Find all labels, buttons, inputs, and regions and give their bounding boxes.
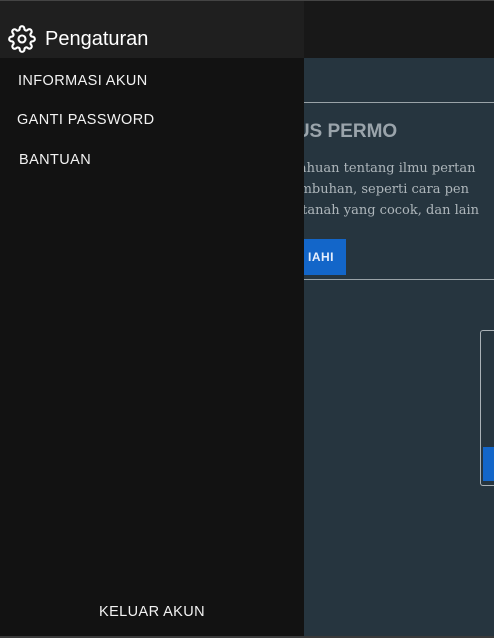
card-top-border	[300, 102, 494, 103]
secondary-card-button[interactable]	[483, 447, 494, 481]
card-bottom-border	[300, 279, 494, 280]
menu-item-bantuan[interactable]: BANTUAN	[19, 152, 91, 168]
card-text-line: tumbuhan, seperti cara pen	[286, 182, 470, 197]
card-text-line: etahuan tentang ilmu pertan	[286, 161, 476, 176]
menu-item-ganti-password[interactable]: GANTI PASSWORD	[17, 112, 154, 128]
logout-button[interactable]: KELUAR AKUN	[0, 604, 304, 620]
menu-item-informasi-akun[interactable]: INFORMASI AKUN	[18, 73, 148, 89]
card-text-line: k, tanah yang cocok, dan lain	[286, 203, 480, 218]
drawer-header: Pengaturan	[0, 0, 304, 58]
drawer-title: Pengaturan	[45, 28, 149, 50]
gear-icon	[8, 25, 36, 53]
settings-drawer: Pengaturan INFORMASI AKUN GANTI PASSWORD…	[0, 0, 304, 636]
